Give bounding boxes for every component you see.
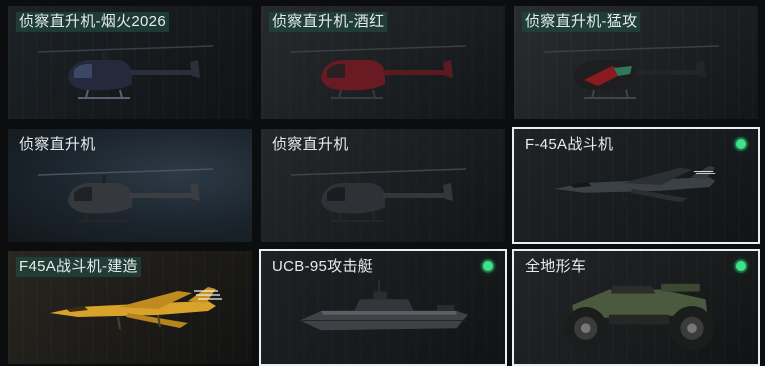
vehicle-card-scout-heli-assault[interactable]: 侦察直升机-猛攻 [512, 4, 760, 121]
vehicle-card-atv[interactable]: 全地形车 [512, 249, 760, 366]
vehicle-label: 侦察直升机 [272, 136, 349, 153]
active-status-indicator [732, 135, 750, 153]
vehicle-label: 侦察直升机 [19, 136, 96, 153]
vehicle-card-scout-heli[interactable]: 侦察直升机 [6, 127, 254, 244]
vehicle-card-scout-heli-burgundy[interactable]: 侦察直升机-酒红 [259, 4, 507, 121]
vehicle-label: 侦察直升机-酒红 [269, 12, 388, 32]
active-status-indicator [732, 257, 750, 275]
vehicle-card-f45a-fighter[interactable]: F-45A战斗机 [512, 127, 760, 244]
vehicle-card-scout-heli-fireworks[interactable]: 侦察直升机-烟火2026 [6, 4, 254, 121]
vehicle-label: 全地形车 [525, 258, 587, 275]
vehicle-label: 侦察直升机-猛攻 [522, 12, 641, 32]
vehicle-label: 侦察直升机-烟火2026 [16, 12, 169, 32]
vehicle-label: F-45A战斗机 [525, 136, 614, 153]
vehicle-grid: 侦察直升机-烟火2026 侦察直升机-酒红 侦察直升机-猛攻 侦察直升机 侦察直… [0, 0, 765, 366]
vehicle-label: F45A战斗机-建造 [16, 257, 141, 277]
active-status-indicator [479, 257, 497, 275]
vehicle-card-ucb95-attack-boat[interactable]: UCB-95攻击艇 [259, 249, 507, 366]
vehicle-card-f45a-fighter-build[interactable]: F45A战斗机-建造 [6, 249, 254, 366]
vehicle-card-scout-heli-alt[interactable]: 侦察直升机 [259, 127, 507, 244]
vehicle-label: UCB-95攻击艇 [272, 258, 374, 275]
